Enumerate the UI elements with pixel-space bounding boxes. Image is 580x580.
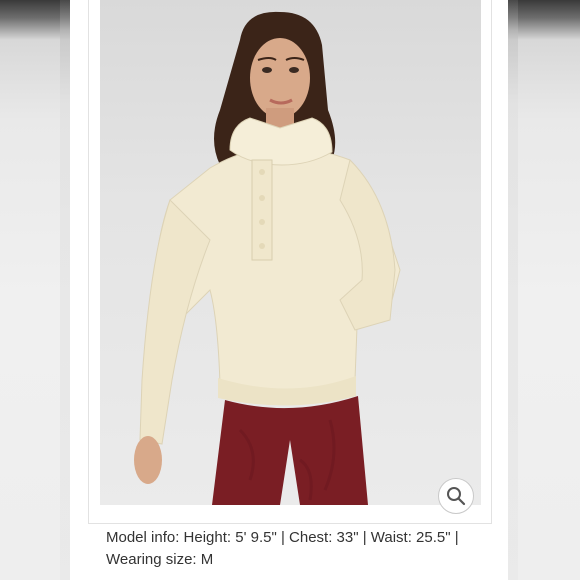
model-info-caption: Model info: Height: 5' 9.5" | Chest: 33"… [106, 527, 496, 571]
blurred-left-panel [0, 0, 70, 580]
wearing-size-line: Wearing size: M [106, 551, 214, 568]
zoom-button[interactable] [438, 478, 474, 514]
model-illustration [134, 11, 401, 505]
model-info-line: Model info: Height: 5' 9.5" | Chest: 33"… [106, 529, 459, 546]
magnifier-icon [447, 487, 466, 506]
blurred-right-panel [508, 0, 580, 580]
product-photo[interactable] [100, 0, 481, 505]
